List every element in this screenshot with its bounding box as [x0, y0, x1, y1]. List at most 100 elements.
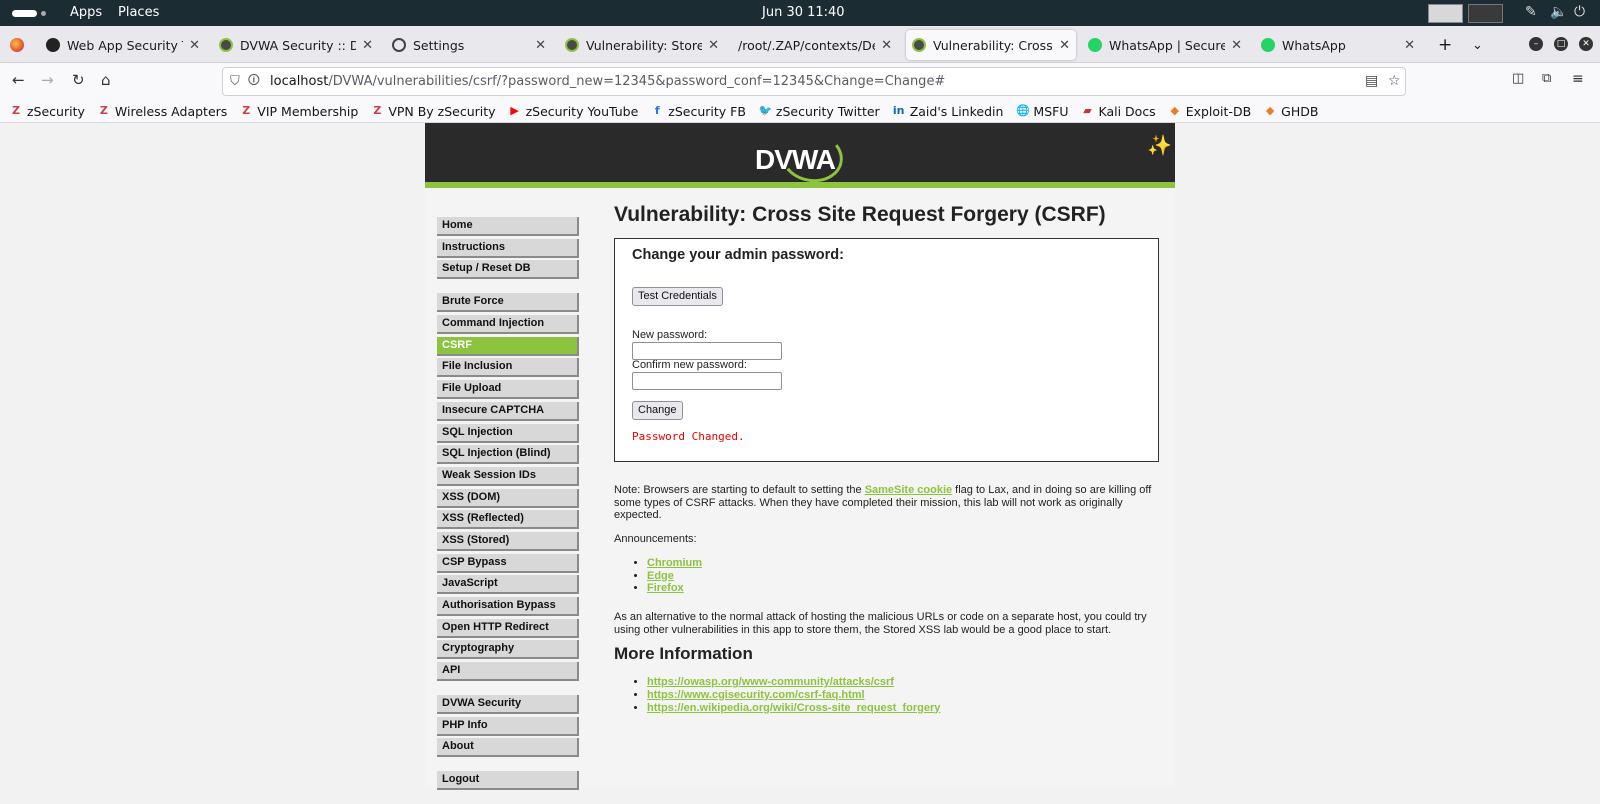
menu-item-command-injection[interactable]: Command Injection — [437, 315, 579, 335]
menu-item-about[interactable]: About — [437, 738, 579, 758]
menu-item-weak-session-ids[interactable]: Weak Session IDs — [437, 466, 579, 486]
tab-zap-contexts[interactable]: /root/.ZAP/contexts/Defau ✕ — [732, 30, 898, 60]
workspace-dot — [41, 11, 46, 16]
menu-item-logout[interactable]: Logout — [437, 771, 579, 791]
close-icon[interactable]: ✕ — [1059, 38, 1070, 53]
announcement-link-edge[interactable]: Edge — [647, 570, 674, 582]
forward-icon[interactable]: → — [41, 71, 54, 89]
tab-whatsapp[interactable]: WhatsApp ✕ — [1255, 30, 1421, 60]
volume-icon[interactable]: 🔈 — [1550, 4, 1567, 20]
pen-icon[interactable]: ✎ — [1525, 4, 1537, 20]
menu-item-file-inclusion[interactable]: File Inclusion — [437, 358, 579, 378]
bookmark-zaid-s-linkedin[interactable]: in Zaid's Linkedin — [893, 104, 1004, 119]
close-icon[interactable]: ✕ — [1404, 38, 1415, 53]
url-bar[interactable]: ⛉ 🛈 localhost/DVWA/vulnerabilities/csrf/… — [222, 67, 1406, 96]
more-info-link[interactable]: https://www.cgisecurity.com/csrf-faq.htm… — [647, 689, 865, 701]
samesite-cookie-link[interactable]: SameSite cookie — [865, 484, 952, 496]
extensions-icon[interactable]: ⧉ — [1542, 71, 1551, 86]
more-info-link[interactable]: https://en.wikipedia.org/wiki/Cross-site… — [647, 702, 940, 714]
menu-item-brute-force[interactable]: Brute Force — [437, 293, 579, 313]
menu-item-open-http-redirect[interactable]: Open HTTP Redirect — [437, 618, 579, 638]
workspace-1[interactable] — [1428, 4, 1463, 23]
tab-csrf-active[interactable]: Vulnerability: Cross Site ✕ — [906, 30, 1076, 60]
maximize-icon[interactable]: □ — [1554, 37, 1568, 51]
activities-indicator[interactable] — [12, 10, 37, 17]
bookmark-vpn-by-zsecurity[interactable]: Z VPN By zSecurity — [371, 104, 495, 119]
bookmark-zsecurity-twitter[interactable]: 🐦 zSecurity Twitter — [759, 104, 880, 119]
change-button[interactable]: Change — [632, 401, 683, 420]
bookmark-exploit-db[interactable]: ◆ Exploit-DB — [1169, 104, 1251, 119]
z-icon: Z — [242, 104, 251, 117]
bookmark-zsecurity[interactable]: ZzSecurity — [10, 104, 85, 119]
menu-item-csrf[interactable]: CSRF — [437, 336, 579, 356]
tab-web-app-security[interactable]: Web App Security Testi ✕ — [40, 30, 206, 60]
tab-settings[interactable]: Settings ✕ — [386, 30, 552, 60]
close-icon[interactable]: ✕ — [189, 38, 200, 53]
menu-item-file-upload[interactable]: File Upload — [437, 380, 579, 400]
menu-item-authorisation-bypass[interactable]: Authorisation Bypass — [437, 597, 579, 616]
pocket-icon[interactable]: ◫ — [1512, 71, 1524, 86]
alternative-paragraph: As an alternative to the normal attack o… — [614, 611, 1147, 636]
tab-dvwa-security[interactable]: DVWA Security :: Damn ✕ — [213, 30, 379, 60]
more-info-link[interactable]: https://owasp.org/www-community/attacks/… — [647, 676, 894, 688]
workspace-2[interactable] — [1468, 4, 1503, 23]
url-path: /DVWA/vulnerabilities/csrf/?password_new… — [328, 74, 946, 89]
menu-item-xss-stored[interactable]: XSS (Stored) — [437, 531, 579, 551]
magic-wand-icon[interactable]: ✨ — [1147, 133, 1172, 157]
tab-whatsapp-secure[interactable]: WhatsApp | Secure and ✕ — [1082, 30, 1248, 60]
bookmark-star-icon[interactable]: ☆ — [1388, 73, 1401, 89]
menu-item-setup-reset-db[interactable]: Setup / Reset DB — [437, 260, 579, 280]
box-title: Change your admin password: — [632, 247, 844, 263]
dvwa-container: DVWA ✨ Home Instructions Setup / Reset DB B… — [425, 123, 1175, 791]
close-icon[interactable]: ✕ — [362, 38, 373, 53]
clock[interactable]: Jun 30 11:40 — [762, 5, 845, 20]
close-window-icon[interactable]: ✕ — [1579, 37, 1593, 51]
new-password-input[interactable] — [632, 342, 782, 360]
bookmark-zsecurity-fb[interactable]: f zSecurity FB — [651, 104, 746, 119]
menu-item-javascript[interactable]: JavaScript — [437, 575, 579, 595]
menu-icon[interactable]: ≡ — [1572, 71, 1584, 87]
close-icon[interactable]: ✕ — [535, 38, 546, 53]
menu-item-home[interactable]: Home — [437, 217, 579, 236]
home-icon[interactable]: ⌂ — [101, 71, 111, 89]
menu-item-insecure-captcha[interactable]: Insecure CAPTCHA — [437, 401, 579, 421]
menu-item-cryptography[interactable]: Cryptography — [437, 640, 579, 660]
bookmark-vip-membership[interactable]: Z VIP Membership — [240, 104, 358, 119]
new-tab-icon[interactable]: + — [1432, 30, 1456, 60]
reader-view-icon[interactable]: ▤ — [1365, 73, 1378, 89]
menu-item-csp-bypass[interactable]: CSP Bypass — [437, 553, 579, 573]
power-icon[interactable]: ⏻ — [1574, 4, 1585, 20]
bookmark-ghdb[interactable]: ◆ GHDB — [1264, 104, 1319, 119]
tab-stored-xss[interactable]: Vulnerability: Stored Cr ✕ — [559, 30, 725, 60]
announcement-link-firefox[interactable]: Firefox — [647, 582, 684, 594]
url-text[interactable]: localhost/DVWA/vulnerabilities/csrf/?pas… — [270, 74, 945, 89]
page-info-icon[interactable]: 🛈 — [248, 71, 260, 92]
menu-item-sql-injection-blind[interactable]: SQL Injection (Blind) — [437, 445, 579, 465]
apps-menu[interactable]: Apps — [70, 5, 102, 20]
chevron-down-icon[interactable]: ⌄ — [1466, 30, 1490, 60]
bookmark-label: Exploit-DB — [1185, 103, 1252, 119]
shield-icon[interactable]: ⛉ — [230, 74, 240, 89]
bookmark-wireless-adapters[interactable]: Z Wireless Adapters — [98, 104, 227, 119]
menu-item-sql-injection[interactable]: SQL Injection — [437, 423, 579, 443]
close-icon[interactable]: ✕ — [881, 38, 892, 53]
reload-icon[interactable]: ↻ — [72, 71, 85, 89]
menu-item-xss-dom[interactable]: XSS (DOM) — [437, 488, 579, 508]
announcement-link-chromium[interactable]: Chromium — [647, 557, 702, 569]
menu-item-instructions[interactable]: Instructions — [437, 238, 579, 258]
close-icon[interactable]: ✕ — [1231, 38, 1242, 53]
back-icon[interactable]: ← — [12, 71, 25, 89]
menu-item-xss-reflected[interactable]: XSS (Reflected) — [437, 510, 579, 530]
places-menu[interactable]: Places — [118, 5, 159, 20]
bookmark-kali-docs[interactable]: ▰ Kali Docs — [1081, 104, 1155, 119]
bookmark-msfu[interactable]: 🌐 MSFU — [1016, 104, 1068, 119]
menu-item-php-info[interactable]: PHP Info — [437, 716, 579, 736]
confirm-password-input[interactable] — [632, 372, 782, 390]
minimize-icon[interactable]: – — [1529, 37, 1543, 51]
bookmark-label: VPN By zSecurity — [388, 103, 496, 119]
bookmark-zsecurity-youtube[interactable]: ▶ zSecurity YouTube — [509, 104, 638, 119]
menu-item-api[interactable]: API — [437, 662, 579, 682]
test-credentials-button[interactable]: Test Credentials — [632, 287, 723, 306]
close-icon[interactable]: ✕ — [708, 38, 719, 53]
menu-item-dvwa-security[interactable]: DVWA Security — [437, 695, 579, 715]
